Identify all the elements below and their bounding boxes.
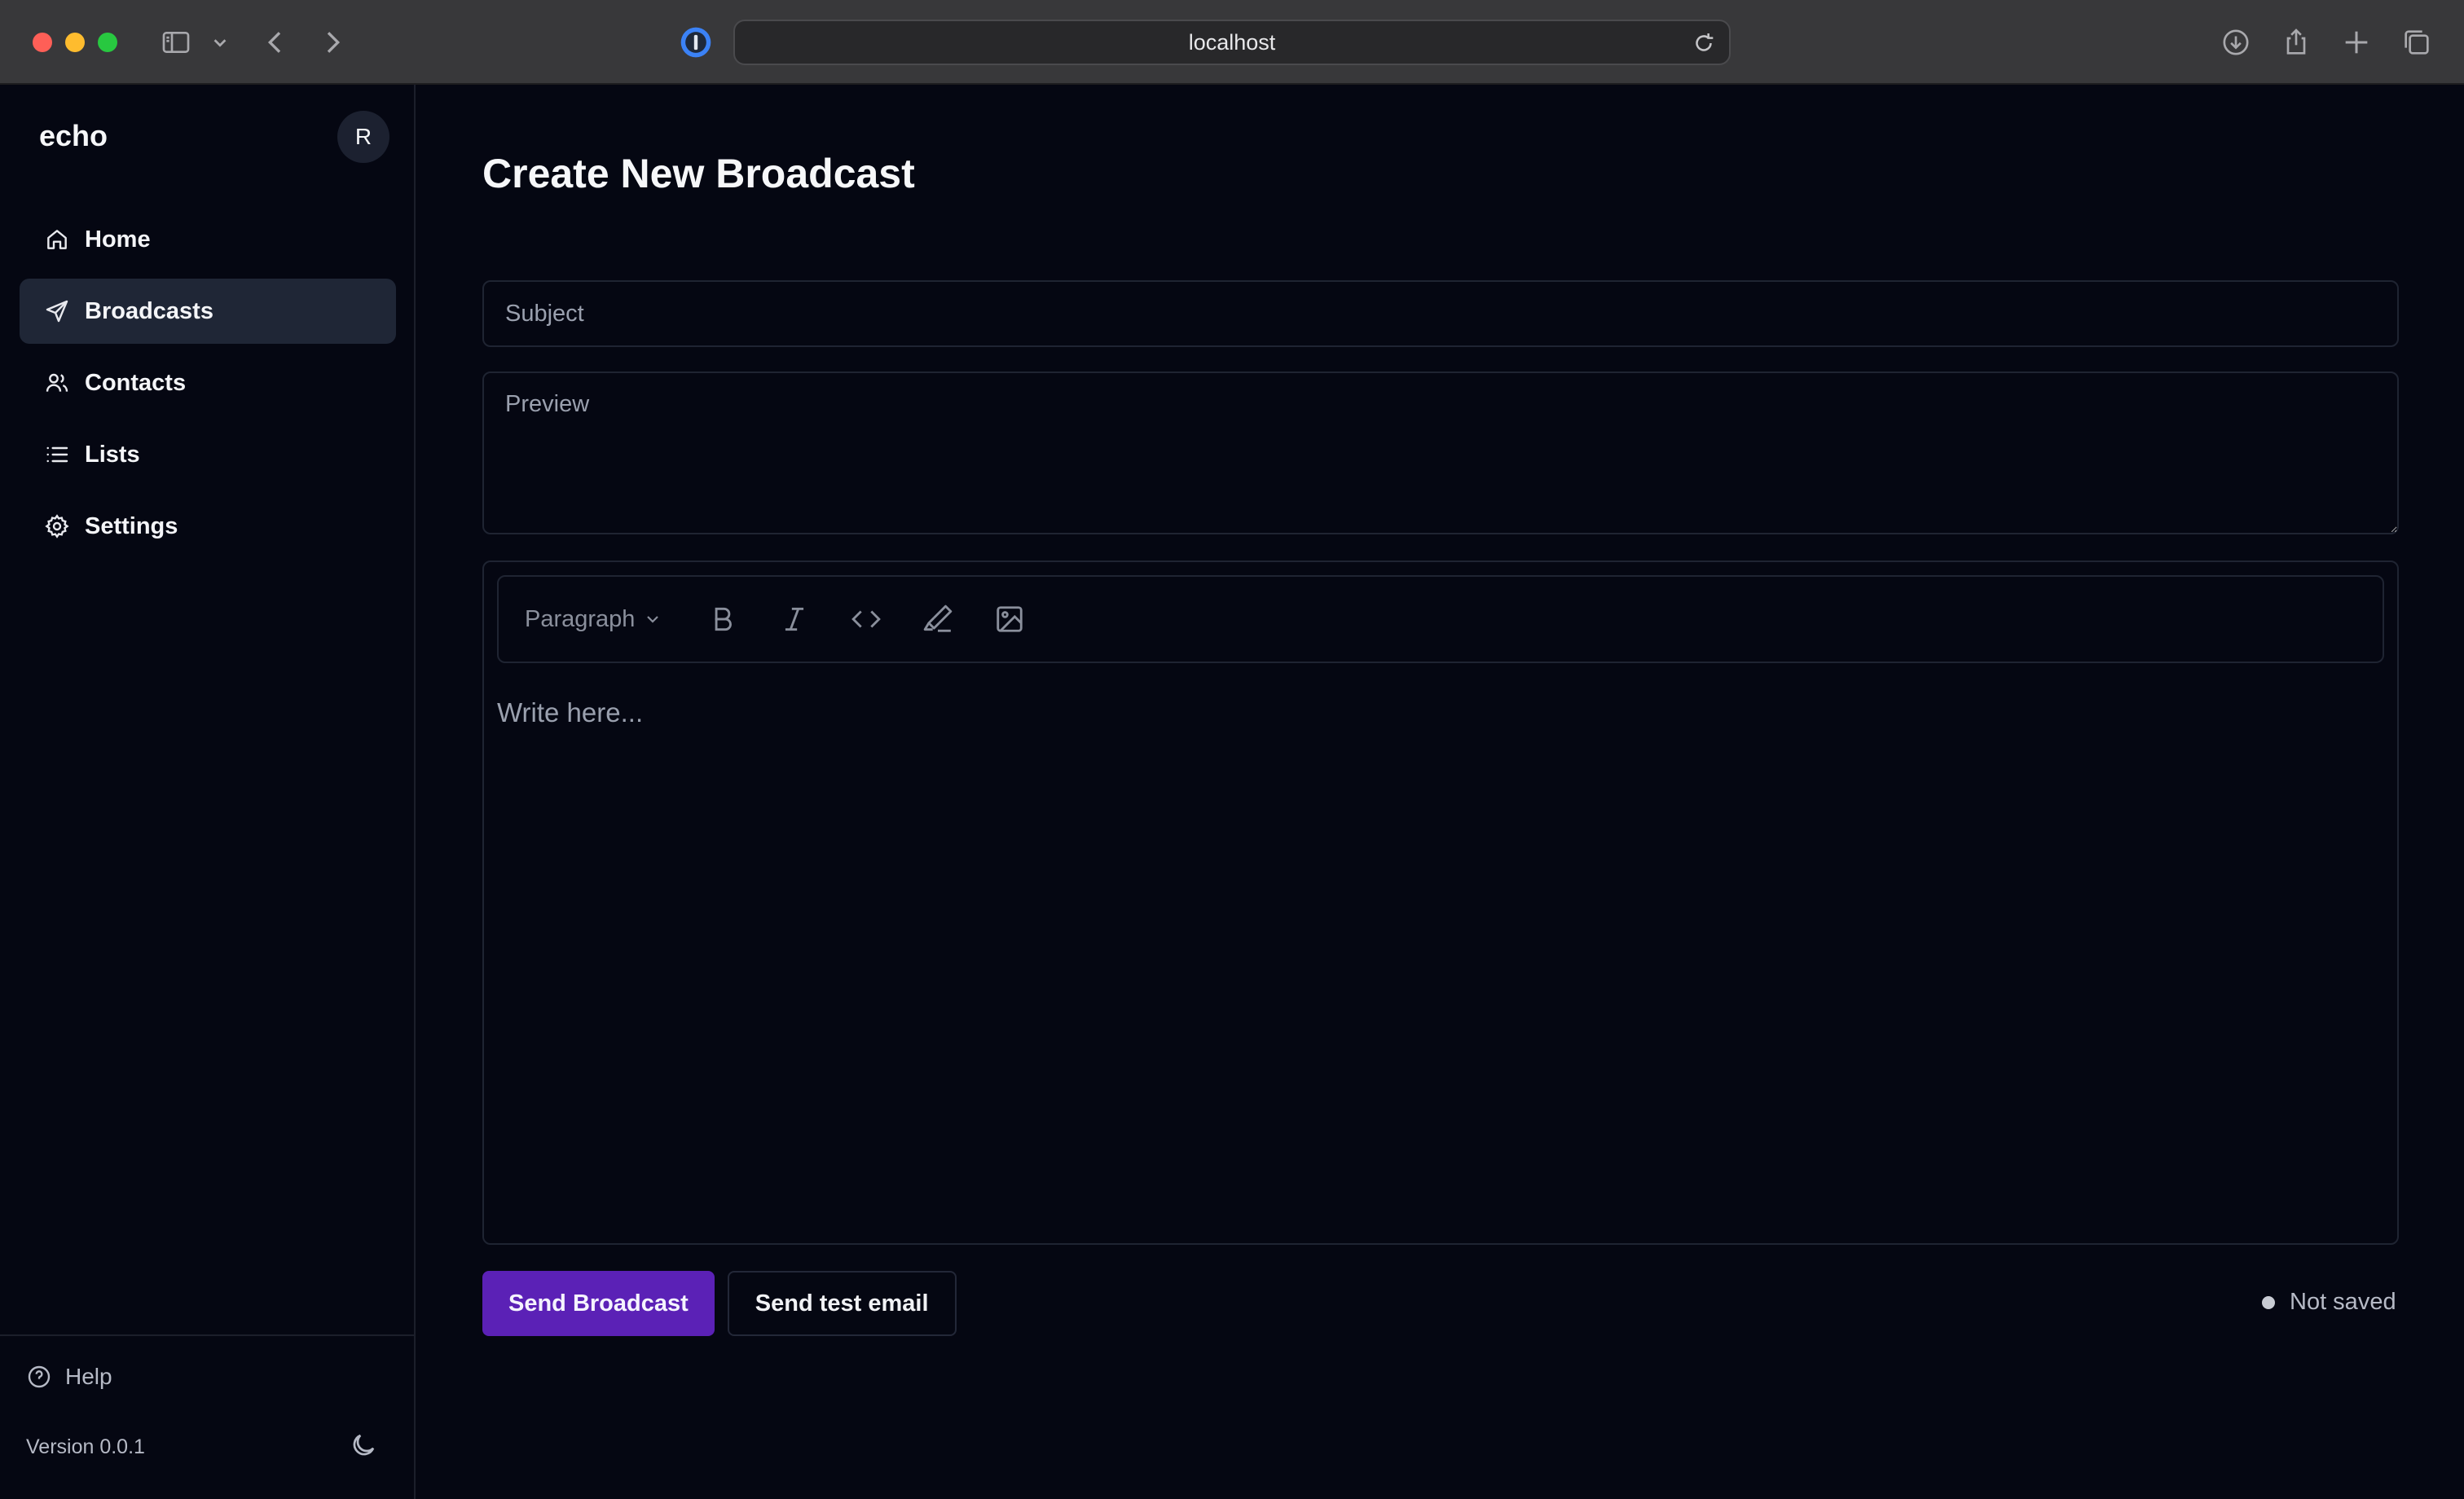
bold-button[interactable]	[700, 596, 746, 642]
sidebar-item-label: Broadcasts	[85, 297, 213, 324]
download-icon[interactable]	[2215, 21, 2257, 64]
minimize-window-button[interactable]	[65, 33, 85, 52]
address-bar[interactable]: localhost	[733, 20, 1731, 65]
sidebar-item-contacts[interactable]: Contacts	[20, 350, 396, 415]
italic-button[interactable]	[772, 596, 817, 642]
sidebar: echo R Home Broadcasts Contacts Lists Se…	[0, 85, 416, 1499]
sidebar-item-label: Settings	[85, 512, 178, 539]
main-content: Create New Broadcast Paragraph	[417, 85, 2464, 1499]
sidebar-item-broadcasts[interactable]: Broadcasts	[20, 279, 396, 344]
share-icon[interactable]	[2275, 21, 2317, 64]
chevron-down-icon[interactable]	[199, 21, 241, 64]
users-icon	[44, 370, 70, 396]
editor-placeholder: Write here...	[497, 697, 644, 728]
code-icon	[851, 610, 882, 628]
save-status: Not saved	[2262, 1289, 2396, 1316]
bold-icon	[715, 607, 733, 631]
highlighter-icon	[924, 604, 953, 632]
editor-toolbar: Paragraph	[497, 575, 2384, 663]
new-tab-icon[interactable]	[2335, 21, 2378, 64]
code-button[interactable]	[843, 596, 889, 642]
tab-overview-icon[interactable]	[2396, 21, 2438, 64]
forward-icon[interactable]	[311, 21, 354, 64]
sidebar-item-settings[interactable]: Settings	[20, 494, 396, 559]
help-label: Help	[65, 1364, 112, 1389]
chevron-down-icon	[647, 616, 659, 623]
back-icon[interactable]	[254, 21, 297, 64]
home-icon	[44, 226, 70, 253]
subject-input[interactable]	[482, 280, 2399, 347]
status-dot-icon	[2262, 1295, 2275, 1309]
url-text: localhost	[1188, 29, 1276, 55]
browser-toolbar: localhost	[0, 0, 2464, 85]
rich-text-editor[interactable]: Paragraph Write here...	[482, 560, 2399, 1245]
highlight-button[interactable]	[915, 596, 961, 642]
form-actions: Send Broadcast Send test email	[482, 1271, 957, 1336]
version-text: Version 0.0.1	[26, 1435, 145, 1458]
sidebar-toggle-icon[interactable]	[155, 21, 197, 64]
help-link[interactable]: Help	[26, 1364, 112, 1390]
image-icon	[997, 606, 1023, 632]
list-icon	[44, 442, 70, 468]
sidebar-nav: Home Broadcasts Contacts Lists Settings	[20, 207, 396, 565]
moon-icon	[353, 1434, 375, 1456]
send-broadcast-button[interactable]: Send Broadcast	[482, 1271, 715, 1336]
close-window-button[interactable]	[33, 33, 52, 52]
sidebar-footer: Help Version 0.0.1	[0, 1334, 414, 1499]
sidebar-item-lists[interactable]: Lists	[20, 422, 396, 487]
gear-icon	[44, 513, 70, 539]
app-logo[interactable]: echo	[39, 119, 108, 153]
maximize-window-button[interactable]	[98, 33, 117, 52]
send-icon	[44, 298, 70, 324]
theme-toggle-button[interactable]	[345, 1427, 381, 1463]
block-type-select[interactable]: Paragraph	[525, 606, 662, 633]
help-icon	[28, 1365, 51, 1388]
password-manager-icon[interactable]	[678, 24, 714, 60]
sidebar-item-label: Home	[85, 226, 151, 253]
sidebar-item-label: Contacts	[85, 369, 187, 396]
reload-icon[interactable]	[1690, 29, 1718, 57]
preview-textarea[interactable]	[482, 371, 2399, 534]
block-type-label: Paragraph	[525, 605, 636, 632]
sidebar-item-home[interactable]: Home	[20, 207, 396, 272]
avatar[interactable]: R	[337, 111, 389, 163]
page-title: Create New Broadcast	[482, 151, 915, 196]
sidebar-item-label: Lists	[85, 441, 140, 468]
italic-icon	[785, 607, 804, 631]
send-test-email-button[interactable]: Send test email	[727, 1271, 957, 1336]
save-status-label: Not saved	[2290, 1289, 2396, 1315]
image-button[interactable]	[987, 596, 1032, 642]
